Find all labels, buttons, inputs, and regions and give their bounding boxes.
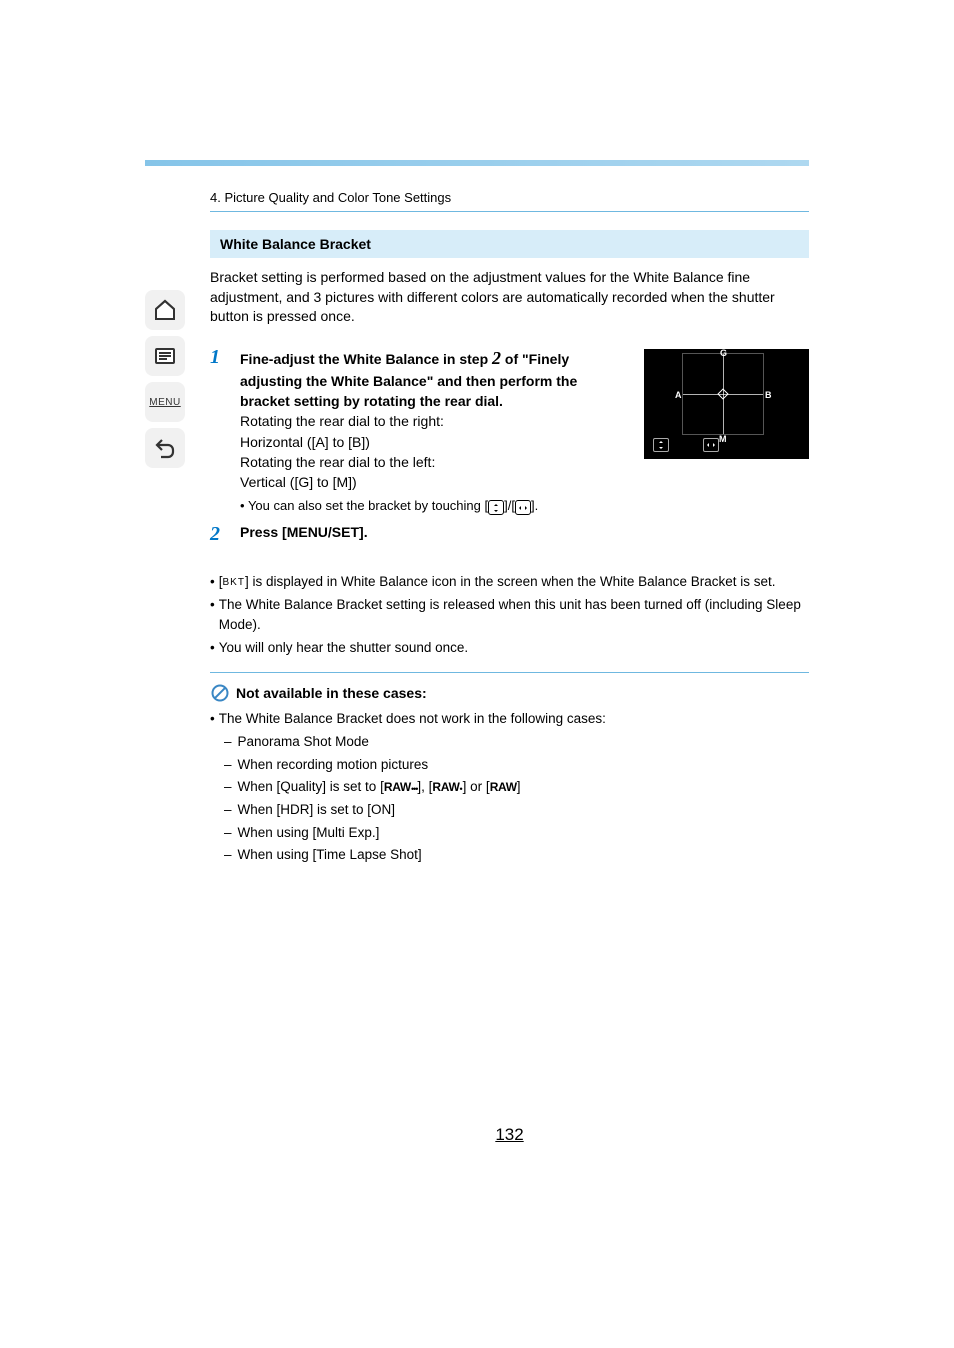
na-i1: Panorama Shot Mode: [238, 732, 369, 752]
na-i6: When using [Time Lapse Shot]: [238, 845, 422, 865]
menu-label: MENU: [149, 397, 180, 408]
step-1-line3: Rotating the rear dial to the left:: [240, 452, 628, 472]
step-number: 1: [210, 345, 228, 516]
wb-label-g: G: [720, 348, 727, 358]
vertical-arrows-icon: [488, 500, 504, 515]
na-i4: When [HDR] is set to [ON]: [238, 800, 396, 820]
raw-2: RAW: [432, 780, 459, 794]
step-1-line2: Horizontal ([A] to [B]): [240, 432, 628, 452]
horizontal-arrows-icon: [515, 500, 531, 515]
home-icon[interactable]: [145, 290, 185, 330]
note-2: •The White Balance Bracket setting is re…: [210, 595, 809, 634]
wb-label-a: A: [675, 390, 682, 400]
wb-diagram: G A B M: [644, 349, 809, 459]
main-content: 4. Picture Quality and Color Tone Settin…: [210, 160, 809, 1145]
note-3: •You will only hear the shutter sound on…: [210, 638, 809, 658]
page-number[interactable]: 132: [210, 1125, 809, 1145]
wb-cursor-icon: [717, 388, 728, 399]
intro-paragraph: Bracket setting is performed based on th…: [210, 268, 809, 327]
na-item: –When using [Multi Exp.]: [224, 823, 809, 843]
raw-1: RAW: [384, 780, 411, 794]
wb-horizontal-button[interactable]: [703, 438, 719, 452]
menu-icon[interactable]: MENU: [145, 382, 185, 422]
section-title: White Balance Bracket: [210, 230, 809, 258]
breadcrumb: 4. Picture Quality and Color Tone Settin…: [210, 190, 809, 212]
na-lead-text: The White Balance Bracket does not work …: [219, 709, 606, 729]
note-2-text: The White Balance Bracket setting is rel…: [219, 595, 809, 634]
na-item: –When using [Time Lapse Shot]: [224, 845, 809, 865]
na-i3c: ] or [: [463, 779, 490, 794]
step-1-note: • You can also set the bracket by touchi…: [240, 497, 628, 516]
step-2-head: Press [MENU/SET].: [240, 524, 368, 540]
na-lead: •The White Balance Bracket does not work…: [210, 709, 809, 729]
step-2: 2 Press [MENU/SET].: [210, 522, 628, 546]
step-1-note-b: ]/[: [504, 498, 515, 513]
na-list: –Panorama Shot Mode –When recording moti…: [210, 732, 809, 864]
raw-3: RAW: [490, 780, 517, 794]
na-title: Not available in these cases:: [236, 685, 427, 701]
toc-icon[interactable]: [145, 336, 185, 376]
step-1-ref: 2: [492, 348, 501, 368]
step-1-note-c: ].: [531, 498, 538, 513]
na-item: –When [HDR] is set to [ON]: [224, 800, 809, 820]
step-number: 2: [210, 522, 228, 546]
wb-label-m: M: [719, 434, 727, 444]
note-3-text: You will only hear the shutter sound onc…: [219, 638, 468, 658]
header-accent: [145, 160, 809, 166]
na-i3b: ], [: [417, 779, 432, 794]
wb-vertical-button[interactable]: [653, 438, 669, 452]
na-i2: When recording motion pictures: [238, 755, 429, 775]
step-1-line1: Rotating the rear dial to the right:: [240, 411, 628, 431]
wb-color-grid: [683, 354, 763, 434]
side-nav: MENU: [145, 290, 195, 474]
wb-label-b: B: [765, 390, 772, 400]
na-item: –Panorama Shot Mode: [224, 732, 809, 752]
not-available-heading: Not available in these cases:: [210, 683, 809, 703]
step-1-line4: Vertical ([G] to [M]): [240, 472, 628, 492]
na-i3a: When [Quality] is set to [: [238, 779, 384, 794]
divider: [210, 672, 809, 673]
notes-block: • [BKT] is displayed in White Balance ic…: [210, 572, 809, 658]
na-item: –When recording motion pictures: [224, 755, 809, 775]
na-i3d: ]: [517, 779, 521, 794]
step-1-note-a: You can also set the bracket by touching…: [248, 498, 488, 513]
na-i5: When using [Multi Exp.]: [238, 823, 380, 843]
bkt-label: BKT: [223, 577, 245, 588]
na-item: – When [Quality] is set to [RAW•••], [RA…: [224, 777, 809, 797]
prohibited-icon: [210, 683, 230, 703]
back-icon[interactable]: [145, 428, 185, 468]
note-1b: ] is displayed in White Balance icon in …: [245, 574, 776, 589]
steps-list: 1 Fine-adjust the White Balance in step …: [210, 345, 628, 552]
step-1: 1 Fine-adjust the White Balance in step …: [210, 345, 628, 516]
note-1: • [BKT] is displayed in White Balance ic…: [210, 572, 809, 592]
step-1-head-a: Fine-adjust the White Balance in step: [240, 351, 492, 367]
